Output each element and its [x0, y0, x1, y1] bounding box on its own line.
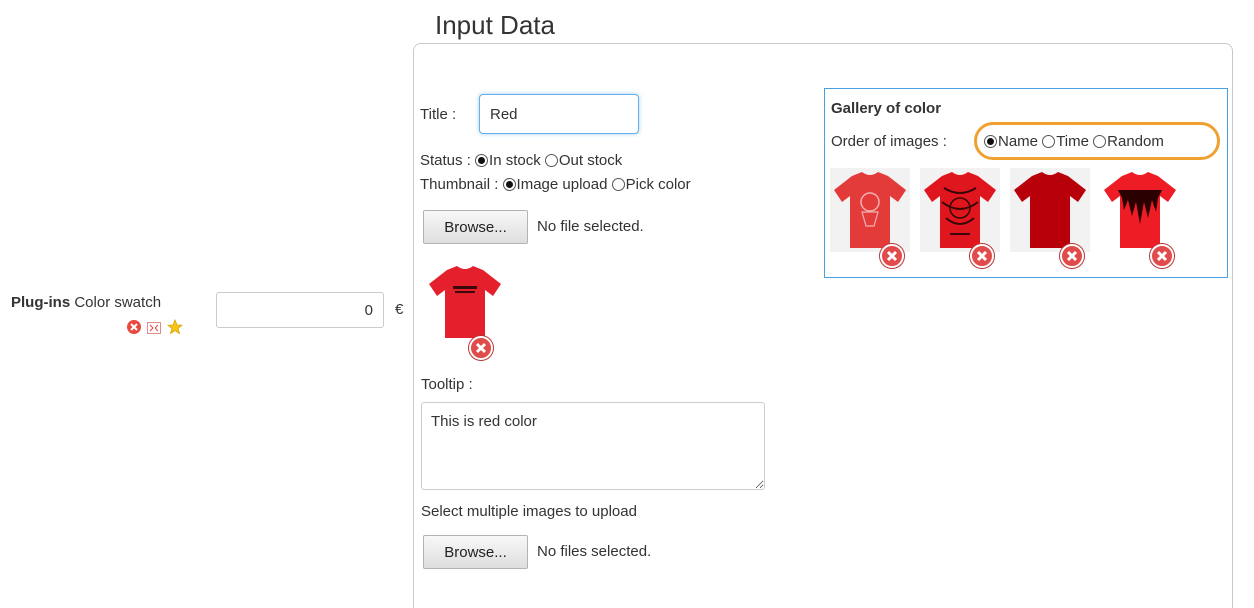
gallery-image-4	[1100, 168, 1180, 268]
order-random-radio[interactable]	[1093, 135, 1107, 148]
plugin-actions	[127, 318, 184, 335]
plugin-label: Plug-ins Color swatch	[11, 294, 161, 311]
delete-gallery-image-1-icon[interactable]	[880, 244, 904, 268]
order-random-label: Random	[1107, 133, 1164, 150]
thumbnail-image-upload-radio[interactable]	[502, 178, 516, 191]
browse-button[interactable]: Browse...	[423, 210, 528, 244]
tshirt-image	[429, 266, 501, 338]
gallery-image-2	[920, 168, 1000, 268]
price-input[interactable]	[216, 292, 384, 328]
status-label: Status :	[420, 152, 471, 169]
order-label: Order of images :	[831, 133, 947, 150]
tshirt-image	[1100, 168, 1180, 252]
order-time-label: Time	[1056, 133, 1089, 150]
tooltip-textarea[interactable]: This is red color	[421, 402, 765, 490]
multi-upload-label: Select multiple images to upload	[421, 503, 637, 520]
fieldset-legend: Input Data	[425, 10, 565, 41]
files-status: No files selected.	[537, 543, 652, 560]
delete-gallery-image-2-icon[interactable]	[970, 244, 994, 268]
expand-icon[interactable]	[147, 321, 161, 334]
thumbnail-pick-color-radio[interactable]	[611, 178, 625, 191]
status-row: Status : In stock Out stock	[420, 152, 622, 169]
delete-gallery-image-4-icon[interactable]	[1150, 244, 1174, 268]
thumbnail-image-upload-label: Image upload	[516, 176, 608, 193]
star-icon[interactable]	[166, 318, 184, 335]
plugin-label-name: Color swatch	[70, 294, 162, 311]
tshirt-image	[1010, 168, 1090, 252]
title-label: Title :	[420, 106, 457, 123]
remove-icon[interactable]	[127, 320, 141, 334]
status-out-stock-radio[interactable]	[544, 154, 558, 167]
currency-symbol: €	[395, 301, 404, 318]
status-in-stock-label: In stock	[489, 152, 541, 169]
delete-thumbnail-icon[interactable]	[469, 336, 493, 360]
thumbnail-pick-color-label: Pick color	[625, 176, 691, 193]
gallery-title: Gallery of color	[831, 100, 942, 117]
title-input[interactable]	[479, 94, 639, 134]
gallery-image-3	[1010, 168, 1090, 268]
status-in-stock-radio[interactable]	[475, 154, 489, 167]
order-name-radio[interactable]	[984, 135, 997, 148]
thumbnail-label: Thumbnail :	[420, 176, 499, 193]
tshirt-image	[830, 168, 910, 252]
plugin-label-bold: Plug-ins	[11, 294, 71, 311]
status-out-stock-label: Out stock	[558, 152, 623, 169]
order-options: Name Time Random	[984, 133, 1164, 150]
gallery-image-1	[830, 168, 910, 268]
tooltip-label: Tooltip :	[421, 376, 473, 393]
delete-gallery-image-3-icon[interactable]	[1060, 244, 1084, 268]
order-name-label: Name	[998, 133, 1039, 150]
order-time-radio[interactable]	[1042, 135, 1056, 148]
file-status: No file selected.	[537, 218, 644, 235]
thumbnail-image	[425, 262, 505, 362]
browse-multiple-button[interactable]: Browse...	[423, 535, 528, 569]
thumbnail-row: Thumbnail : Image upload Pick color	[420, 176, 691, 193]
tshirt-image	[920, 168, 1000, 252]
